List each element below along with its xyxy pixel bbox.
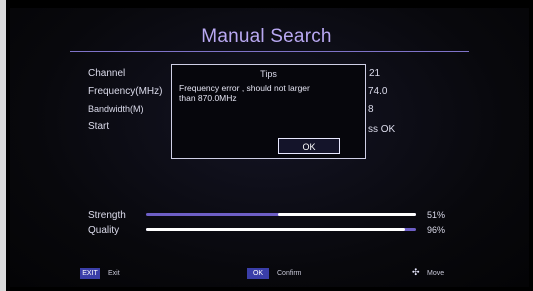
- field-label-start: Start: [88, 121, 110, 132]
- dialog-message-line2: than 870.0MHz: [179, 93, 237, 103]
- strength-bar-fill: [278, 213, 416, 216]
- dialog-title: Tips: [260, 69, 277, 79]
- field-value-channel[interactable]: 21: [369, 68, 380, 79]
- strength-label: Strength: [88, 210, 126, 221]
- move-cross-icon: ✣: [412, 267, 420, 277]
- title-divider: [70, 51, 469, 52]
- confirm-label: Confirm: [277, 270, 302, 277]
- strength-bar: [146, 213, 416, 216]
- dialog-message-line1: Frequency error , should not larger: [179, 83, 310, 93]
- quality-label: Quality: [88, 225, 120, 236]
- page-title: Manual Search: [201, 26, 332, 47]
- quality-bar-fill: [146, 228, 406, 231]
- quality-bar: [146, 228, 416, 231]
- ok-key[interactable]: OK: [247, 268, 269, 279]
- strength-percent: 51%: [427, 210, 446, 220]
- tips-dialog: Tips Frequency error , should not larger…: [171, 64, 366, 159]
- field-value-frequency[interactable]: 74.0: [368, 86, 387, 97]
- exit-key[interactable]: EXIT: [80, 268, 100, 279]
- move-label: Move: [427, 270, 445, 277]
- field-value-bandwidth[interactable]: 8: [368, 104, 374, 115]
- field-label-channel: Channel: [88, 68, 126, 79]
- ok-button[interactable]: OK: [278, 138, 340, 154]
- exit-label: Exit: [108, 270, 120, 277]
- quality-percent: 96%: [427, 225, 446, 235]
- field-value-start[interactable]: ss OK: [368, 124, 395, 135]
- dialog-message: Frequency error , should not larger than…: [179, 83, 359, 103]
- field-label-bandwidth: Bandwidth(M): [88, 104, 144, 114]
- field-label-frequency: Frequency(MHz): [88, 86, 163, 97]
